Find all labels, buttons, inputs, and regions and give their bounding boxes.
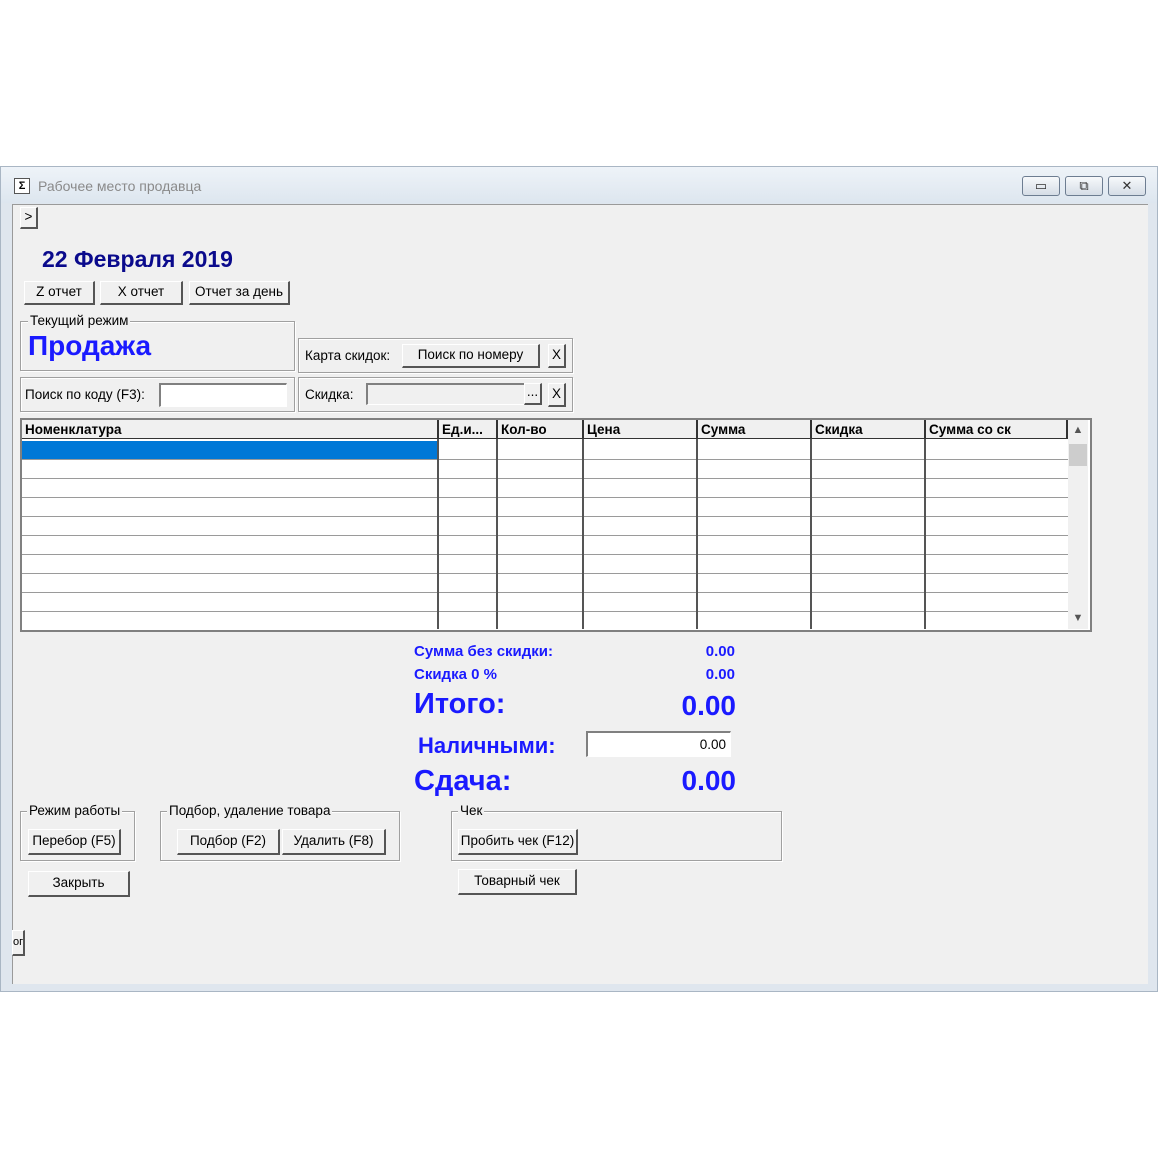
discount-browse-button[interactable]: ... bbox=[524, 383, 542, 405]
column-divider bbox=[496, 439, 498, 629]
ellipsis-icon: ... bbox=[526, 384, 539, 399]
cash-input[interactable]: 0.00 bbox=[586, 731, 731, 757]
cash-label: Наличными: bbox=[418, 733, 556, 758]
search-by-number-button[interactable]: Поиск по номеру bbox=[402, 344, 540, 368]
window-title: Рабочее место продавца bbox=[38, 178, 202, 194]
maximize-button[interactable]: ⧉ bbox=[1065, 176, 1103, 196]
column-header-sum[interactable]: Сумма bbox=[698, 420, 812, 439]
column-divider bbox=[582, 439, 584, 629]
chevron-right-icon: > bbox=[24, 209, 33, 224]
column-header-price[interactable]: Цена bbox=[584, 420, 698, 439]
table-row[interactable] bbox=[22, 554, 1068, 555]
delete-goods-button[interactable]: Удалить (F8) bbox=[282, 829, 386, 855]
discount-amount-value: 0.00 bbox=[705, 666, 735, 683]
expand-panel-button[interactable]: > bbox=[20, 207, 38, 229]
close-window-button[interactable]: ✕ bbox=[1108, 176, 1146, 196]
z-report-button[interactable]: Z отчет bbox=[24, 281, 95, 305]
code-search-label: Поиск по коду (F3): bbox=[25, 387, 145, 402]
close-button[interactable]: Закрыть bbox=[28, 871, 130, 897]
close-icon: X bbox=[551, 347, 561, 362]
scroll-down-icon[interactable]: ▼ bbox=[1070, 612, 1086, 626]
restore-icon: ⧉ bbox=[1079, 178, 1089, 193]
sum-no-discount-label: Сумма без скидки: bbox=[414, 643, 554, 660]
selected-row-cell[interactable] bbox=[22, 441, 438, 459]
sum-no-discount-value: 0.00 bbox=[705, 643, 735, 660]
table-row[interactable] bbox=[22, 535, 1068, 536]
minimize-icon: ▭ bbox=[1034, 178, 1048, 193]
clear-discount-button[interactable]: X bbox=[548, 383, 566, 407]
receipt-group-label: Чек bbox=[458, 803, 485, 819]
table-row[interactable] bbox=[22, 592, 1068, 593]
clear-discount-card-button[interactable]: X bbox=[548, 344, 566, 368]
column-divider bbox=[437, 439, 439, 629]
x-report-button[interactable]: X отчет bbox=[100, 281, 183, 305]
column-header-nomenclature[interactable]: Номенклатура bbox=[22, 420, 439, 439]
current-date: 22 Февраля 2019 bbox=[42, 246, 233, 272]
discount-select[interactable] bbox=[366, 383, 528, 405]
table-row[interactable] bbox=[22, 573, 1068, 574]
table-row[interactable] bbox=[22, 611, 1068, 612]
select-goods-button[interactable]: Подбор (F2) bbox=[177, 829, 280, 855]
column-header-discount[interactable]: Скидка bbox=[812, 420, 926, 439]
minimize-button[interactable]: ▭ bbox=[1022, 176, 1060, 196]
close-icon: X bbox=[551, 386, 561, 401]
column-header-sum-with-discount[interactable]: Сумма со ск bbox=[926, 420, 1068, 439]
table-row[interactable] bbox=[22, 497, 1068, 498]
change-value: 0.00 bbox=[681, 765, 737, 796]
code-search-input[interactable] bbox=[159, 383, 287, 407]
scrollbar-thumb[interactable] bbox=[1069, 444, 1087, 466]
day-report-button[interactable]: Отчет за день bbox=[189, 281, 290, 305]
work-mode-label: Режим работы bbox=[27, 803, 123, 819]
table-row[interactable] bbox=[22, 516, 1068, 517]
app-sigma-icon: Σ bbox=[14, 178, 30, 194]
print-receipt-button[interactable]: Пробить чек (F12) bbox=[458, 829, 578, 855]
total-value: 0.00 bbox=[681, 690, 737, 721]
current-mode-value: Продажа bbox=[28, 330, 152, 361]
current-mode-label: Текущий режим bbox=[28, 313, 131, 329]
close-icon: ✕ bbox=[1121, 178, 1133, 193]
table-row[interactable] bbox=[22, 459, 1068, 460]
goods-group-label: Подбор, удаление товара bbox=[167, 803, 333, 819]
side-stub-button[interactable]: ог bbox=[12, 930, 25, 956]
column-header-quantity[interactable]: Кол-во bbox=[498, 420, 584, 439]
discount-label: Скидка: bbox=[305, 387, 354, 402]
column-divider bbox=[924, 439, 926, 629]
scroll-up-icon[interactable]: ▲ bbox=[1070, 424, 1086, 438]
table-row[interactable] bbox=[22, 478, 1068, 479]
column-header-unit[interactable]: Ед.и... bbox=[439, 420, 498, 439]
change-label: Сдача: bbox=[414, 765, 512, 797]
discount-percent-label: Скидка 0 % bbox=[414, 666, 497, 683]
enumerate-mode-button[interactable]: Перебор (F5) bbox=[28, 829, 121, 855]
total-label: Итого: bbox=[414, 688, 506, 720]
discount-card-label: Карта скидок: bbox=[305, 348, 391, 363]
goods-receipt-button[interactable]: Товарный чек bbox=[458, 869, 577, 895]
column-divider bbox=[696, 439, 698, 629]
column-divider bbox=[810, 439, 812, 629]
